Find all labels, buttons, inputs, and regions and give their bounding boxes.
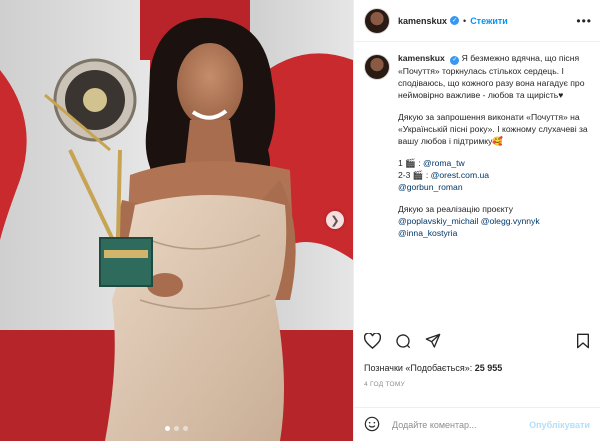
comment-input[interactable] <box>390 418 524 431</box>
credit-2-prefix: 2-3 🎬 : <box>398 169 431 180</box>
author-username[interactable]: kamenskux <box>398 16 447 26</box>
follow-button[interactable]: Стежити <box>470 16 508 26</box>
instagram-post: ❯ kamenskux ✓ • Стежити ••• kamenskux ✓ … <box>0 0 600 441</box>
likes-count[interactable]: Позначки «Подобається»: 25 955 <box>364 363 502 373</box>
post-caption: kamenskux ✓ Я безмежно вдячна, що пісня … <box>398 52 592 322</box>
caption-area: kamenskux ✓ Я безмежно вдячна, що пісня … <box>364 52 592 322</box>
post-header: kamenskux ✓ • Стежити ••• <box>354 0 600 42</box>
likes-number: 25 955 <box>474 363 503 373</box>
photo-illustration <box>0 0 353 441</box>
carousel-dot <box>183 426 188 431</box>
carousel-dot <box>165 426 170 431</box>
share-icon[interactable] <box>425 333 441 349</box>
author-avatar[interactable] <box>364 7 390 34</box>
likes-prefix: Позначки «Подобається»: <box>364 363 475 373</box>
carousel-indicator <box>0 426 353 431</box>
mention-link[interactable]: @orest.com.ua <box>431 170 489 180</box>
comment-icon[interactable] <box>395 333 411 349</box>
caption-username[interactable]: kamenskux <box>398 53 445 63</box>
post-photo[interactable]: ❯ <box>0 0 353 441</box>
bookmark-icon[interactable] <box>576 333 590 349</box>
mention-link[interactable]: @gorbun_roman <box>398 182 463 192</box>
post-actions <box>364 330 590 352</box>
verified-badge-icon: ✓ <box>450 55 460 65</box>
credit-1-prefix: 1 🎬 : <box>398 157 424 168</box>
post-timestamp[interactable]: 4 ГОД ТОМУ <box>364 381 405 388</box>
post-sidebar: kamenskux ✓ • Стежити ••• kamenskux ✓ Я … <box>353 0 600 441</box>
mention-link[interactable]: @olegg.vynnyk <box>481 216 540 226</box>
publish-button[interactable]: Опублікувати <box>529 420 590 430</box>
caption-thanks: Дякую за запрошення виконати «Почуття» н… <box>398 111 588 146</box>
verified-badge-icon: ✓ <box>450 16 460 25</box>
separator: • <box>463 15 467 26</box>
caption-author-avatar[interactable] <box>364 54 390 80</box>
carousel-next-button[interactable]: ❯ <box>326 211 344 229</box>
heart-icon[interactable] <box>364 333 381 349</box>
emoji-icon[interactable] <box>364 416 380 434</box>
carousel-dot <box>174 426 179 431</box>
chevron-right-icon: ❯ <box>330 214 340 227</box>
comment-form: Опублікувати <box>354 407 600 441</box>
mention-link[interactable]: @roma_tw <box>423 158 465 168</box>
mention-link[interactable]: @poplavskiy_michail <box>398 216 478 226</box>
more-options-icon[interactable]: ••• <box>576 14 592 28</box>
mention-link[interactable]: @inna_kostyria <box>398 228 457 238</box>
realization-text: Дякую за реалізацію проєкту <box>398 203 513 214</box>
